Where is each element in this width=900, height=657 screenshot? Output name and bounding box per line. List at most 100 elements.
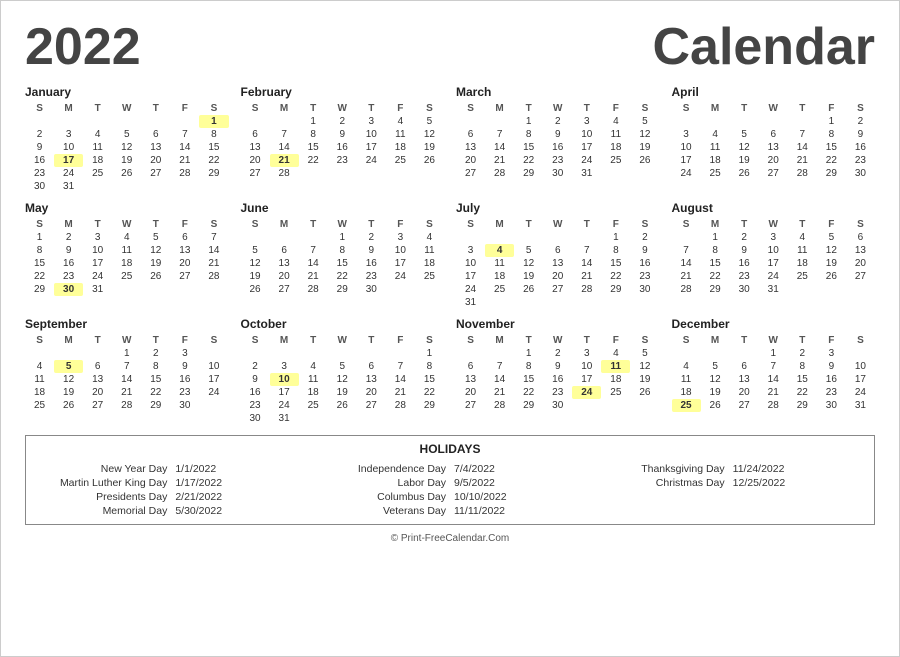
cal-day: 11 bbox=[415, 244, 444, 257]
holidays-grid: New Year Day1/1/2022Martin Luther King D… bbox=[36, 462, 864, 518]
cal-day: 3 bbox=[170, 347, 199, 360]
holiday-name: Thanksgiving Day bbox=[593, 463, 724, 475]
cal-day: 30 bbox=[846, 167, 875, 180]
cal-day: 17 bbox=[759, 257, 788, 270]
cal-day: 27 bbox=[456, 399, 485, 412]
cal-day: 2 bbox=[141, 347, 170, 360]
month-name: June bbox=[241, 201, 445, 215]
cal-day: 22 bbox=[601, 270, 630, 283]
cal-day: 3 bbox=[759, 231, 788, 244]
cal-day: 11 bbox=[25, 373, 54, 386]
cal-day: 14 bbox=[386, 373, 415, 386]
month-block-september: SeptemberSMTWTFS123456789101112131415161… bbox=[25, 317, 229, 425]
cal-day: 16 bbox=[630, 257, 659, 270]
cal-day: 14 bbox=[672, 257, 701, 270]
day-header: F bbox=[386, 102, 415, 115]
cal-day: 3 bbox=[817, 347, 846, 360]
cal-day: 23 bbox=[846, 154, 875, 167]
month-block-january: JanuarySMTWTFS12345678910111213141516171… bbox=[25, 85, 229, 193]
cal-day: 6 bbox=[456, 128, 485, 141]
holiday-item: Labor Day9/5/2022 bbox=[315, 476, 586, 490]
cal-day: 9 bbox=[543, 360, 572, 373]
cal-day bbox=[299, 231, 328, 244]
cal-day: 6 bbox=[170, 231, 199, 244]
holiday-date: 11/24/2022 bbox=[733, 463, 864, 475]
cal-day bbox=[299, 167, 328, 180]
month-name: May bbox=[25, 201, 229, 215]
cal-day: 1 bbox=[415, 347, 444, 360]
cal-day: 24 bbox=[572, 386, 601, 399]
cal-day: 3 bbox=[270, 360, 299, 373]
cal-day: 1 bbox=[112, 347, 141, 360]
holiday-item: New Year Day1/1/2022 bbox=[36, 462, 307, 476]
cal-day: 27 bbox=[730, 399, 759, 412]
cal-day bbox=[357, 347, 386, 360]
day-header: T bbox=[299, 334, 328, 347]
cal-day: 5 bbox=[141, 231, 170, 244]
day-header: S bbox=[672, 218, 701, 231]
day-header: M bbox=[485, 102, 514, 115]
cal-day bbox=[386, 347, 415, 360]
cal-day: 9 bbox=[630, 244, 659, 257]
holiday-name: Memorial Day bbox=[36, 505, 167, 517]
cal-day bbox=[199, 399, 228, 412]
cal-day: 3 bbox=[572, 115, 601, 128]
cal-day: 25 bbox=[701, 167, 730, 180]
cal-day: 18 bbox=[386, 141, 415, 154]
cal-day: 14 bbox=[112, 373, 141, 386]
cal-table: SMTWTFS123456789101112131415161718192021… bbox=[456, 334, 660, 412]
day-header: T bbox=[299, 218, 328, 231]
cal-day bbox=[601, 167, 630, 180]
cal-day: 4 bbox=[601, 115, 630, 128]
cal-day: 11 bbox=[672, 373, 701, 386]
cal-day bbox=[170, 180, 199, 193]
cal-day: 5 bbox=[112, 128, 141, 141]
cal-day: 28 bbox=[485, 167, 514, 180]
holiday-date: 1/17/2022 bbox=[175, 477, 306, 489]
cal-day: 13 bbox=[141, 141, 170, 154]
cal-day: 9 bbox=[817, 360, 846, 373]
cal-day bbox=[141, 115, 170, 128]
month-name: August bbox=[672, 201, 876, 215]
cal-day: 19 bbox=[630, 141, 659, 154]
day-header: T bbox=[83, 102, 112, 115]
cal-day: 11 bbox=[83, 141, 112, 154]
cal-day: 22 bbox=[25, 270, 54, 283]
day-header: M bbox=[701, 102, 730, 115]
holiday-column: New Year Day1/1/2022Martin Luther King D… bbox=[36, 462, 307, 518]
cal-day bbox=[241, 115, 270, 128]
holiday-date: 1/1/2022 bbox=[175, 463, 306, 475]
holiday-name: Columbus Day bbox=[315, 491, 446, 503]
cal-day: 8 bbox=[141, 360, 170, 373]
cal-day: 28 bbox=[386, 399, 415, 412]
day-header: T bbox=[141, 102, 170, 115]
cal-day: 20 bbox=[456, 386, 485, 399]
cal-day: 7 bbox=[112, 360, 141, 373]
cal-day bbox=[543, 231, 572, 244]
cal-day bbox=[456, 347, 485, 360]
cal-day: 19 bbox=[817, 257, 846, 270]
cal-day: 29 bbox=[514, 399, 543, 412]
cal-day: 29 bbox=[514, 167, 543, 180]
day-header: F bbox=[170, 334, 199, 347]
cal-day: 22 bbox=[788, 386, 817, 399]
cal-day: 29 bbox=[25, 283, 54, 296]
cal-day: 16 bbox=[357, 257, 386, 270]
holiday-name: Presidents Day bbox=[36, 491, 167, 503]
cal-day: 17 bbox=[572, 373, 601, 386]
cal-day: 6 bbox=[759, 128, 788, 141]
cal-day: 24 bbox=[846, 386, 875, 399]
cal-day: 6 bbox=[241, 128, 270, 141]
cal-day: 21 bbox=[788, 154, 817, 167]
cal-day: 15 bbox=[328, 257, 357, 270]
cal-day: 10 bbox=[54, 141, 83, 154]
cal-day: 31 bbox=[846, 399, 875, 412]
cal-day: 24 bbox=[199, 386, 228, 399]
month-name: November bbox=[456, 317, 660, 331]
cal-day: 4 bbox=[386, 115, 415, 128]
day-header: M bbox=[270, 102, 299, 115]
cal-day bbox=[701, 115, 730, 128]
day-header: W bbox=[759, 218, 788, 231]
cal-day: 6 bbox=[357, 360, 386, 373]
cal-day: 22 bbox=[514, 386, 543, 399]
